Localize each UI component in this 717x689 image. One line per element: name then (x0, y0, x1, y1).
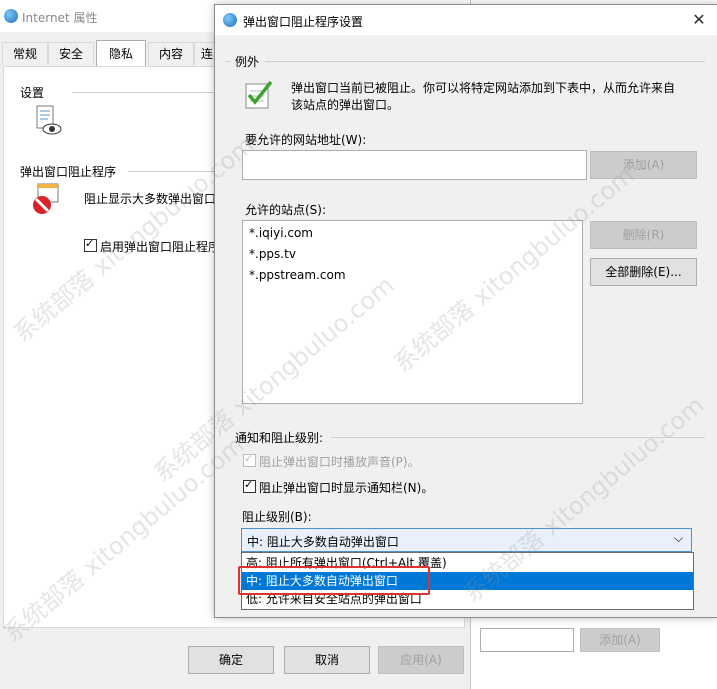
enable-popup-blocker-label: 启用弹出窗口阻止程序 (100, 240, 221, 254)
popup-blocker-settings-dialog: 弹出窗口阻止程序设置 ✕ 例外 弹出窗口当前已被阻止。你可以将特定网站添加到下表… (214, 4, 717, 618)
exceptions-checklist-icon (243, 79, 273, 111)
privacy-settings-icon (34, 105, 62, 137)
tab-security[interactable]: 安全 (48, 42, 94, 65)
dialog-title-bar: 弹出窗口阻止程序设置 ✕ (215, 5, 717, 35)
tab-strip: 常规 安全 隐私 内容 连 (2, 40, 222, 67)
tab-general[interactable]: 常规 (2, 42, 48, 65)
bg-address-field[interactable] (480, 628, 574, 652)
bg-window-title: Internet 属性 (22, 11, 98, 25)
globe-icon (223, 13, 237, 27)
globe-icon (4, 9, 18, 23)
popup-blocker-description: 阻止显示大多数弹出窗口 (84, 192, 217, 206)
exceptions-group-label: 例外 (235, 55, 260, 69)
highlight-annotation-box (238, 566, 430, 595)
cancel-button[interactable]: 取消 (284, 646, 370, 674)
popup-blocked-icon (32, 183, 62, 217)
block-level-selected-value: 中: 阻止大多数自动弹出窗口 (247, 535, 399, 549)
apply-button[interactable]: 应用(A) (378, 646, 464, 674)
remove-all-button[interactable]: 全部删除(E)... (590, 258, 697, 286)
divider (128, 171, 218, 172)
play-sound-checkbox[interactable] (243, 452, 256, 467)
exceptions-description-line2: 该站点的弹出窗口。 (291, 98, 400, 112)
settings-label: 设置 (20, 86, 45, 100)
block-level-select[interactable]: 中: 阻止大多数自动弹出窗口 ⌵ (241, 528, 692, 552)
add-button[interactable]: 添加(A) (590, 151, 697, 179)
list-item[interactable]: *.pps.tv (249, 247, 296, 261)
divider (265, 61, 705, 62)
dialog-title: 弹出窗口阻止程序设置 (243, 15, 364, 29)
notification-group-label: 通知和阻止级别: (235, 431, 324, 445)
chevron-down-icon[interactable]: ⌵ (674, 531, 683, 546)
tab-privacy[interactable]: 隐私 (96, 40, 146, 67)
remove-button[interactable]: 删除(R) (590, 221, 697, 249)
enable-popup-blocker-checkbox[interactable] (84, 237, 97, 252)
show-notification-bar-checkbox[interactable] (243, 478, 256, 493)
play-sound-label: 阻止弹出窗口时播放声音(P)。 (259, 455, 420, 469)
address-label: 要允许的网站地址(W): (245, 133, 367, 147)
close-icon[interactable]: ✕ (685, 8, 713, 32)
website-address-input[interactable] (242, 150, 587, 180)
tab-content[interactable]: 内容 (148, 42, 194, 65)
allowed-sites-list[interactable]: *.iqiyi.com *.pps.tv *.ppstream.com (242, 220, 583, 404)
divider (72, 92, 222, 93)
list-item[interactable]: *.ppstream.com (249, 268, 346, 282)
exceptions-description-line1: 弹出窗口当前已被阻止。你可以将特定网站添加到下表中，从而允许来自 (291, 81, 676, 95)
bg-add-button[interactable]: 添加(A) (580, 628, 660, 652)
ok-button[interactable]: 确定 (188, 646, 274, 674)
list-item[interactable]: *.iqiyi.com (249, 226, 313, 240)
divider (331, 437, 705, 438)
divider (225, 61, 231, 62)
popup-blocker-group-label: 弹出窗口阻止程序 (20, 165, 117, 179)
block-level-label: 阻止级别(B): (242, 510, 312, 524)
allowed-sites-label: 允许的站点(S): (245, 203, 327, 217)
show-notification-bar-label: 阻止弹出窗口时显示通知栏(N)。 (259, 481, 434, 495)
